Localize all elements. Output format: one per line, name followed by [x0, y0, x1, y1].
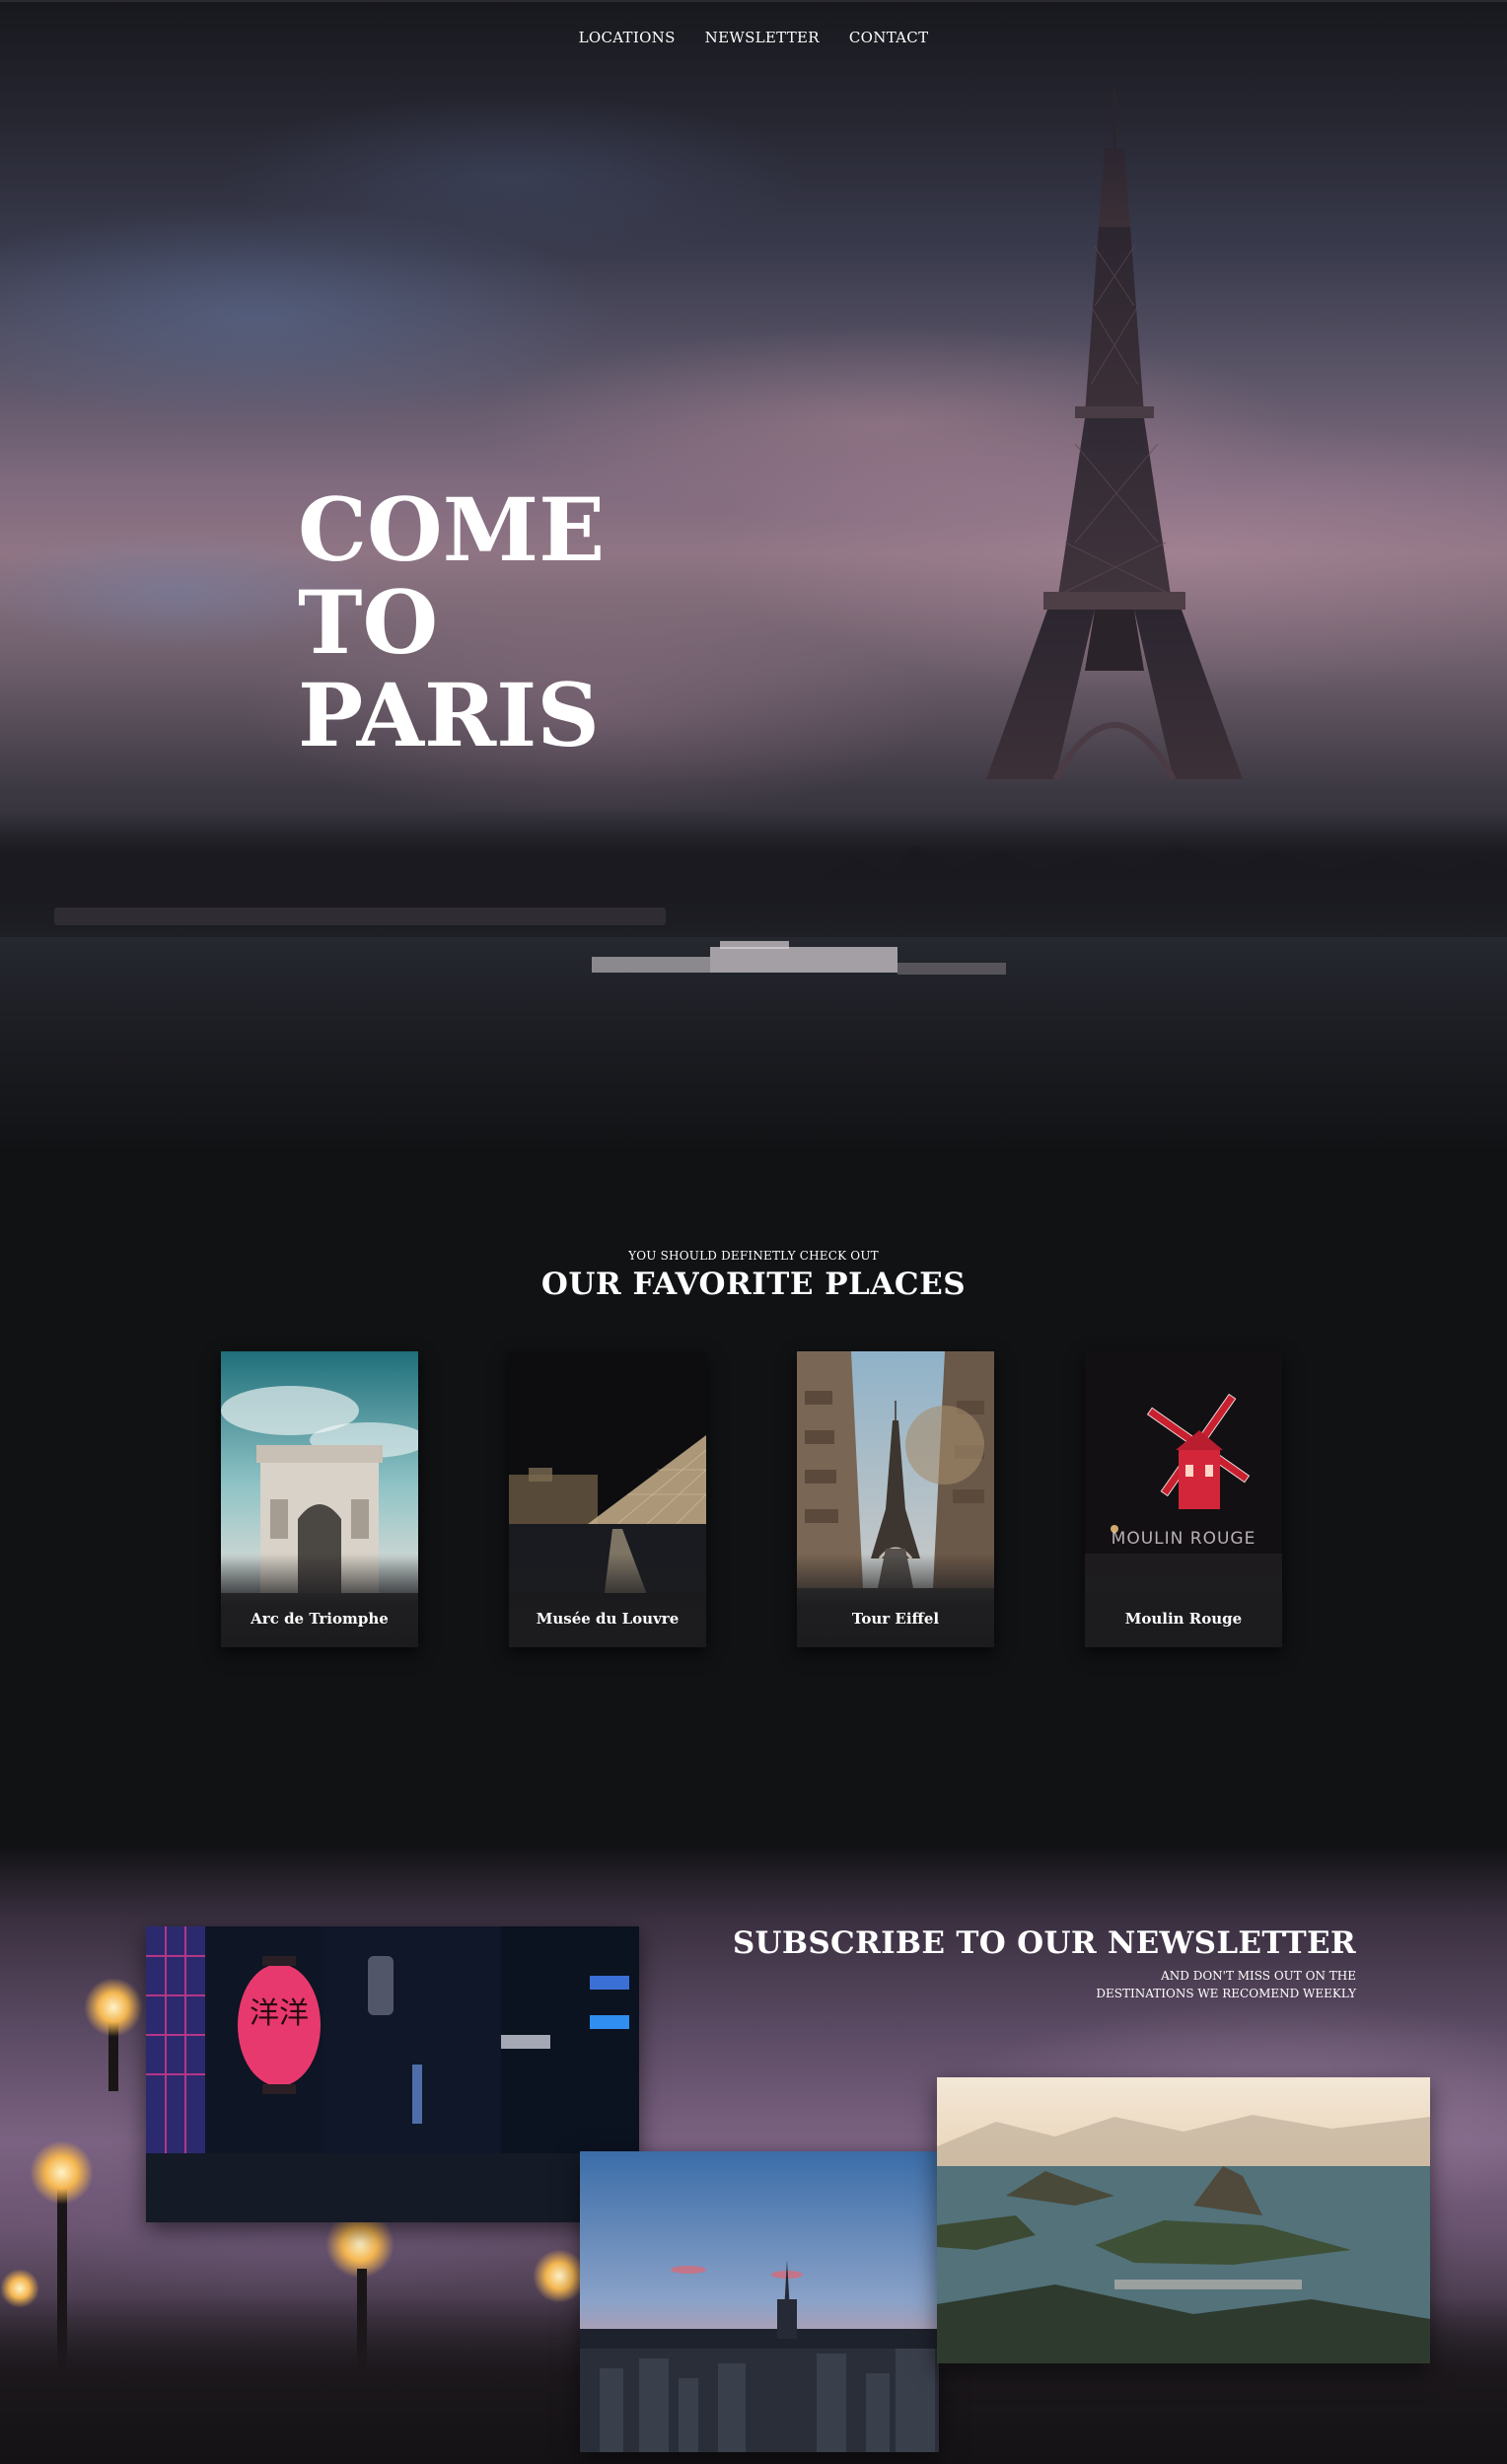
lamp-glow: [533, 2249, 587, 2303]
neon-alley-image: 洋洋: [146, 1926, 639, 2222]
hero-title-line-2: TO: [298, 571, 439, 674]
skyline-image: [580, 2151, 939, 2452]
card-shade: [509, 1554, 706, 1647]
newsletter-photo-bay: [937, 2077, 1430, 2363]
svg-text:洋洋: 洋洋: [250, 1996, 309, 2031]
eiffel-tower-illustration: [986, 89, 1243, 781]
favorites-section: YOU SHOULD DEFINETLY CHECK OUT OUR FAVOR…: [0, 1154, 1507, 1845]
card-shade: [221, 1554, 418, 1647]
card-label: Tour Eiffel: [851, 1610, 940, 1628]
newsletter-subtext-line-2: DESTINATIONS WE RECOMEND WEEKLY: [1096, 1987, 1356, 2000]
place-card-moulin-rouge[interactable]: MOULIN ROUGE Moulin Rouge: [1085, 1351, 1282, 1647]
card-label: Arc de Triomphe: [251, 1610, 389, 1628]
hero-title-line-1: COME: [298, 478, 606, 581]
lamp-glow: [84, 1978, 143, 2037]
hero-title: COME TO PARIS: [298, 483, 605, 761]
newsletter-section: SUBSCRIBE TO OUR NEWSLETTER AND DON'T MI…: [0, 1845, 1507, 2464]
place-cards: Arc de Triomphe Musée du Louvre Tour Eif…: [221, 1351, 1286, 1647]
nav-locations[interactable]: LOCATIONS: [579, 29, 676, 46]
place-card-louvre[interactable]: Musée du Louvre: [509, 1351, 706, 1647]
newsletter-heading: SUBSCRIBE TO OUR NEWSLETTER: [732, 1925, 1356, 1961]
card-shade: [797, 1554, 994, 1647]
favorites-heading: OUR FAVORITE PLACES: [540, 1267, 967, 1302]
newsletter-photo-neon-alley: 洋洋: [146, 1926, 639, 2222]
lamp-glow: [30, 2140, 94, 2205]
card-label: Musée du Louvre: [536, 1610, 680, 1628]
page: LOCATIONS NEWSLETTER CONTACT COME TO PAR…: [0, 0, 1507, 2464]
card-label: Moulin Rouge: [1124, 1610, 1243, 1628]
bay-image: [937, 2077, 1430, 2363]
place-card-tour-eiffel[interactable]: Tour Eiffel: [797, 1351, 994, 1647]
hero-section: LOCATIONS NEWSLETTER CONTACT COME TO PAR…: [0, 0, 1507, 1154]
newsletter-subtext-line-1: AND DON'T MISS OUT ON THE: [1161, 1969, 1356, 1983]
nav-newsletter[interactable]: NEWSLETTER: [705, 29, 820, 46]
newsletter-photo-skyline: [580, 2151, 939, 2452]
card-shade: [1085, 1554, 1282, 1647]
nav-contact[interactable]: CONTACT: [849, 29, 929, 46]
top-nav: LOCATIONS NEWSLETTER CONTACT: [0, 0, 1507, 73]
svg-text:MOULIN ROUGE: MOULIN ROUGE: [1112, 1529, 1256, 1549]
hero-title-line-3: PARIS: [298, 664, 600, 766]
hero-boats: [592, 941, 1006, 975]
newsletter-subtext: AND DON'T MISS OUT ON THE DESTINATIONS W…: [1041, 1967, 1356, 2002]
hero-bridge: [54, 907, 666, 925]
favorites-kicker: YOU SHOULD DEFINETLY CHECK OUT: [628, 1249, 879, 1263]
place-card-arc-de-triomphe[interactable]: Arc de Triomphe: [221, 1351, 418, 1647]
